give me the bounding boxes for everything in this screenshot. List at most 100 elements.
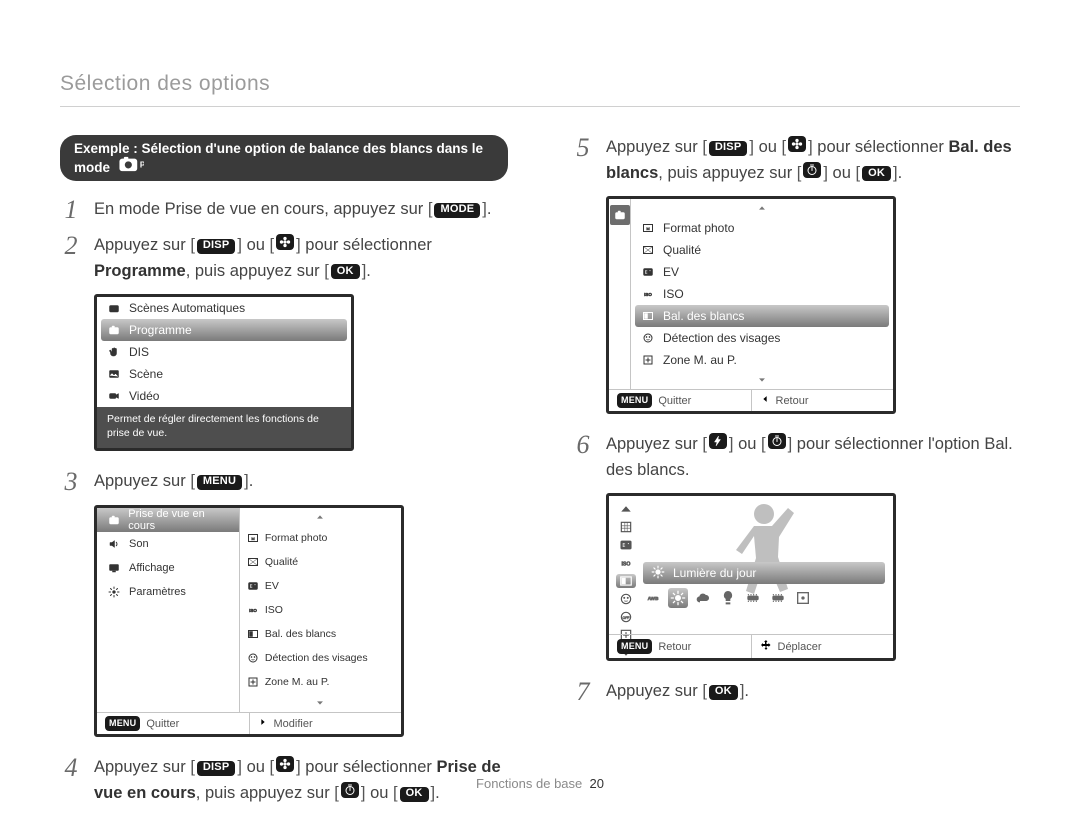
key-wrap bbox=[797, 164, 828, 182]
key-wrap: DISP bbox=[190, 758, 242, 776]
awb-icon bbox=[643, 588, 663, 608]
menu-item-label: Bal. des blancs bbox=[265, 628, 336, 640]
zone-icon bbox=[641, 353, 655, 367]
menu-item: Format photo bbox=[240, 526, 401, 550]
footer-label: Modifier bbox=[274, 718, 313, 730]
step-text: Appuyez sur bbox=[606, 435, 702, 453]
shoot-menu-label: Format photo bbox=[663, 221, 734, 235]
menu-item-label: ISO bbox=[265, 604, 283, 616]
key-wrap: OK bbox=[856, 164, 898, 182]
footer-label: Retour bbox=[658, 641, 691, 653]
step-text: ou bbox=[754, 138, 782, 156]
menu-item-label: EV bbox=[265, 580, 279, 592]
hand-icon bbox=[107, 345, 121, 359]
step-text: , puis appuyez sur bbox=[186, 262, 325, 280]
shoot-menu-item: Détection des visages bbox=[631, 327, 893, 349]
step-6: 6 Appuyez sur ou pour sélectionner l'opt… bbox=[572, 432, 1020, 483]
step-text-bold: Programme bbox=[94, 262, 186, 280]
chevron-down-icon bbox=[315, 696, 325, 710]
camera-tab bbox=[610, 205, 630, 225]
step-number: 5 bbox=[572, 135, 594, 161]
step-body: Appuyez sur MENU. bbox=[94, 469, 253, 495]
step-text: ou bbox=[734, 435, 762, 453]
mode-label: Programme bbox=[129, 323, 192, 337]
iso-icon bbox=[616, 556, 636, 570]
step-7: 7 Appuyez sur OK. bbox=[572, 679, 1020, 705]
disp-key: DISP bbox=[709, 141, 747, 156]
right-icon bbox=[258, 717, 268, 730]
menu-tab-label: Prise de vue en cours bbox=[128, 508, 229, 532]
shoot-menu-item: Qualité bbox=[631, 239, 893, 261]
ev-icon bbox=[616, 538, 636, 552]
sun-icon bbox=[651, 565, 665, 582]
right-column: 5 Appuyez sur DISP ou pour sélectionner … bbox=[572, 135, 1020, 817]
step-text: pour sélectionner bbox=[813, 138, 949, 156]
wb-icon bbox=[641, 309, 655, 323]
wb-sidebar bbox=[613, 500, 639, 630]
step-2: 2 Appuyez sur DISP ou pour sélectionner … bbox=[60, 233, 508, 284]
menu-tab-label: Paramètres bbox=[129, 586, 186, 598]
key-wrap bbox=[782, 138, 813, 156]
shoot-menu-label: Bal. des blancs bbox=[663, 309, 744, 323]
white-balance-panel: Lumière du jour MENURetour Déplacer bbox=[606, 493, 896, 661]
step-number: 6 bbox=[572, 432, 594, 458]
step-body: Appuyez sur ou pour sélectionner l'optio… bbox=[606, 432, 1020, 483]
iso-icon bbox=[641, 287, 655, 301]
horizontal-rule bbox=[60, 106, 1020, 107]
step-text: En mode Prise de vue en cours, appuyez s… bbox=[94, 200, 428, 218]
timer-icon bbox=[768, 433, 786, 449]
key-wrap: OK bbox=[702, 682, 744, 700]
step-body: En mode Prise de vue en cours, appuyez s… bbox=[94, 197, 491, 223]
menu-item-label: Détection des visages bbox=[265, 652, 368, 664]
mode-label: Vidéo bbox=[129, 389, 159, 403]
quality-icon bbox=[246, 555, 260, 569]
left-column: Exemple : Sélection d'une option de bala… bbox=[60, 135, 508, 817]
flash-icon bbox=[709, 433, 727, 449]
footer-label: Quitter bbox=[658, 395, 691, 407]
step-text: . bbox=[898, 164, 903, 182]
shoot-menu-label: ISO bbox=[663, 287, 684, 301]
step-number: 1 bbox=[60, 197, 82, 223]
shoot-menu-label: Détection des visages bbox=[663, 331, 780, 345]
wb-selected-label: Lumière du jour bbox=[643, 562, 885, 584]
shoot-menu-item: EV bbox=[631, 261, 893, 283]
menu-item: Bal. des blancs bbox=[240, 622, 401, 646]
iso-icon bbox=[246, 603, 260, 617]
size-icon bbox=[246, 531, 260, 545]
step-text: . bbox=[249, 472, 254, 490]
menu-right-pane: Format photoQualitéEVISOBal. des blancsD… bbox=[240, 508, 401, 712]
step-text: pour sélectionner bbox=[301, 236, 432, 254]
flower-icon bbox=[788, 136, 806, 152]
wb-options-row bbox=[643, 586, 885, 610]
shoot-menu-label: Zone M. au P. bbox=[663, 353, 737, 367]
video-icon bbox=[107, 389, 121, 403]
grid-icon bbox=[616, 520, 636, 534]
menu-panel: Prise de vue en coursSonAffichageParamèt… bbox=[94, 505, 404, 737]
page-number: 20 bbox=[590, 776, 604, 791]
flul-icon bbox=[768, 588, 788, 608]
step-body: Appuyez sur DISP ou pour sélectionner Pr… bbox=[94, 233, 508, 284]
shoot-menu-item: Bal. des blancs bbox=[635, 305, 889, 327]
footer-left: MENURetour bbox=[609, 635, 751, 658]
mode-description: Permet de régler directement les fonctio… bbox=[97, 407, 351, 448]
footer-left: MENUQuitter bbox=[609, 390, 751, 411]
camera-icon bbox=[107, 323, 121, 337]
disp-key: DISP bbox=[197, 239, 235, 254]
face-icon bbox=[246, 651, 260, 665]
menu-left-pane: Prise de vue en coursSonAffichageParamèt… bbox=[97, 508, 240, 712]
panel-footer: MENURetour Déplacer bbox=[609, 634, 893, 658]
step-text: , puis appuyez sur bbox=[658, 164, 797, 182]
tungsten-icon bbox=[718, 588, 738, 608]
mode-item: Scènes Automatiques bbox=[97, 297, 351, 319]
menu-item-label: Format photo bbox=[265, 532, 327, 544]
ok-key: OK bbox=[331, 264, 360, 279]
step-body: Appuyez sur DISP ou pour sélectionner Ba… bbox=[606, 135, 1020, 186]
key-wrap: MODE bbox=[428, 200, 487, 218]
key-wrap bbox=[761, 435, 792, 453]
step-5: 5 Appuyez sur DISP ou pour sélectionner … bbox=[572, 135, 1020, 186]
quality-icon bbox=[641, 243, 655, 257]
shoot-menu-item: Format photo bbox=[631, 217, 893, 239]
gear-icon bbox=[107, 585, 121, 599]
menu-tab: Paramètres bbox=[97, 580, 239, 604]
zone-icon bbox=[246, 675, 260, 689]
